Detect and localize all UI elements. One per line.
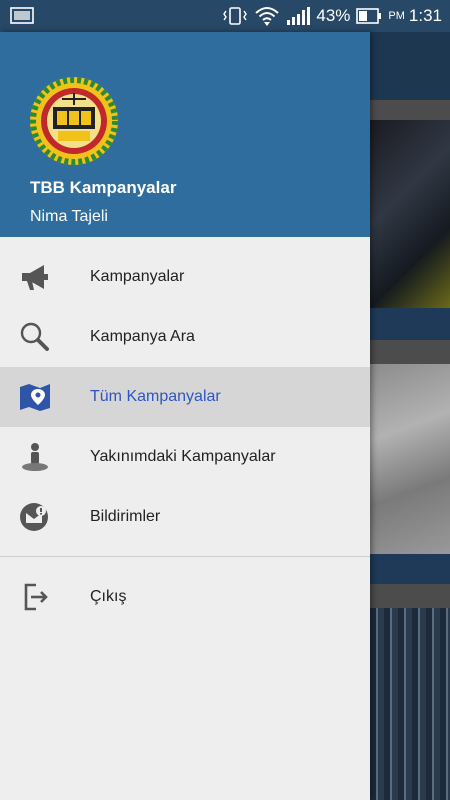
ampm: PM: [388, 10, 405, 22]
menu-label: Kampanya Ara: [90, 328, 195, 345]
menu-item-cikis[interactable]: Çıkış: [0, 567, 370, 627]
menu-label: Yakınımdaki Kampanyalar: [90, 448, 276, 465]
status-bar: 43% PM 1:31: [0, 0, 450, 32]
megaphone-icon: [18, 261, 52, 293]
signal-icon: [287, 7, 311, 25]
background-card-caption: [370, 308, 450, 340]
map-location-icon: [18, 381, 52, 413]
menu-label: Çıkış: [90, 588, 127, 605]
background-campaign-card[interactable]: [370, 364, 450, 554]
menu-item-yakinimdaki-kampanyalar[interactable]: Yakınımdaki Kampanyalar: [0, 427, 370, 487]
tbb-logo-icon: [30, 77, 118, 165]
background-campaign-card[interactable]: [370, 120, 450, 308]
search-icon: [18, 321, 52, 353]
nearby-person-icon: [18, 441, 52, 473]
app-title: TBB Kampanyalar: [30, 178, 177, 197]
menu-label: Tüm Kampanyalar: [90, 388, 221, 405]
user-name: Nima Tajeli: [30, 208, 108, 225]
menu-label: Kampanyalar: [90, 268, 185, 285]
wifi-icon: [255, 7, 280, 26]
background-campaign-card[interactable]: [370, 608, 450, 800]
background-content[interactable]: [370, 32, 450, 800]
notification-mail-icon: [18, 501, 52, 533]
drawer-menu: Kampanyalar Kampanya Ara Tüm Kampanyalar: [0, 247, 370, 627]
clock: 1:31: [408, 6, 442, 25]
menu-label: Bildirimler: [90, 508, 161, 525]
battery-percent: 43%: [316, 6, 351, 25]
menu-item-tum-kampanyalar[interactable]: Tüm Kampanyalar: [0, 367, 370, 427]
background-card-caption: [370, 554, 450, 584]
background-toolbar: [370, 32, 450, 100]
vibrate-icon: [223, 7, 248, 25]
menu-item-bildirimler[interactable]: Bildirimler: [0, 487, 370, 547]
navigation-drawer: TBB Kampanyalar Nima Tajeli Kampanyalar …: [0, 32, 370, 800]
battery-icon: [356, 8, 382, 24]
menu-item-kampanyalar[interactable]: Kampanyalar: [0, 247, 370, 307]
menu-divider: [0, 556, 370, 557]
logout-icon: [18, 581, 52, 613]
menu-item-kampanya-ara[interactable]: Kampanya Ara: [0, 307, 370, 367]
screenshot-icon: [10, 7, 34, 24]
drawer-header: TBB Kampanyalar Nima Tajeli: [0, 32, 370, 237]
status-right: 43% PM 1:31: [222, 0, 442, 32]
